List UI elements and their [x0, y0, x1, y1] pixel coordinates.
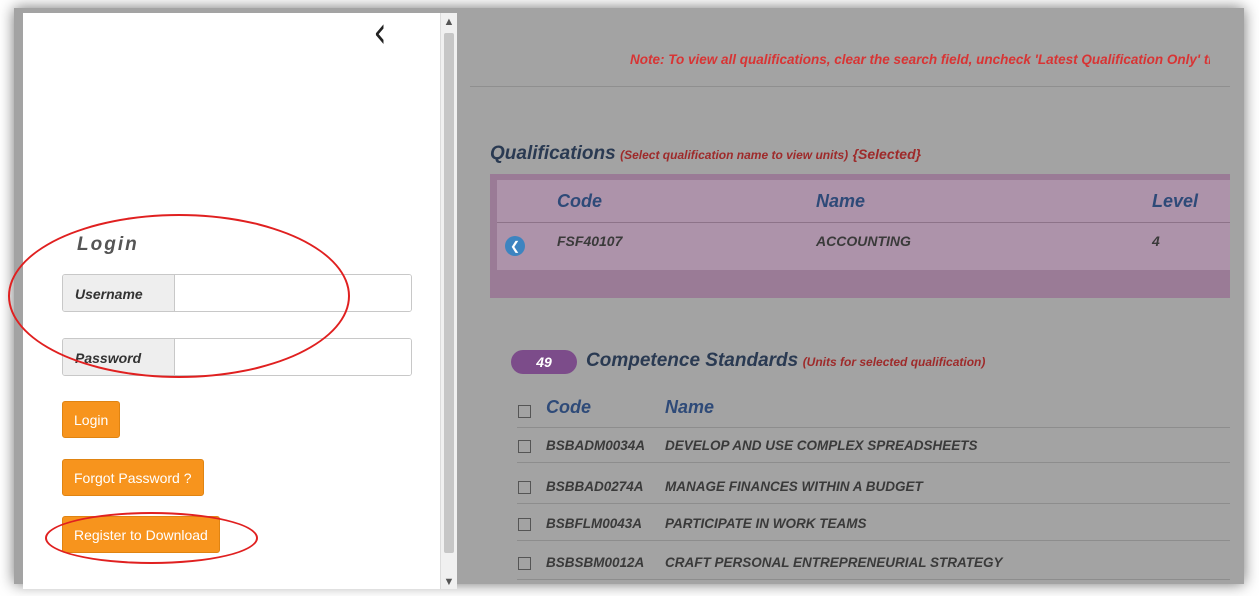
unit-code: BSBADM0034A: [546, 438, 646, 453]
select-all-checkbox[interactable]: [518, 405, 531, 418]
qual-header-level: Level: [1152, 191, 1199, 211]
qual-level-cell: 4: [1152, 233, 1160, 249]
scroll-thumb[interactable]: [444, 33, 454, 553]
competence-heading: Competence Standards (Units for selected…: [586, 350, 985, 372]
table-row[interactable]: BSBADM0034A DEVELOP AND USE COMPLEX SPRE…: [517, 428, 1230, 463]
unit-name: MANAGE FINANCES WITHIN A BUDGET: [665, 479, 923, 494]
units-table-header: Code Name: [517, 393, 1230, 428]
scroll-up-icon[interactable]: ▲: [441, 15, 457, 29]
unit-code: BSBBAD0274A: [546, 479, 644, 494]
username-field: Username: [62, 274, 412, 312]
qual-header-divider: [497, 222, 1230, 223]
competence-title: Competence Standards: [586, 350, 799, 371]
qualifications-hint: (Select qualification name to view units…: [620, 148, 849, 162]
unit-name: PARTICIPATE IN WORK TEAMS: [665, 516, 867, 531]
unit-code: BSBFLM0043A: [546, 516, 643, 531]
username-label: Username: [63, 275, 175, 311]
row-checkbox[interactable]: [518, 481, 531, 494]
unit-name: CRAFT PERSONAL ENTREPRENEURIAL STRATEGY: [665, 555, 1003, 570]
username-input[interactable]: [176, 275, 411, 311]
row-checkbox[interactable]: [518, 440, 531, 453]
competence-hint: (Units for selected qualification): [802, 355, 986, 369]
table-row[interactable]: BSBSBM0012A CRAFT PERSONAL ENTREPRENEURI…: [517, 545, 1230, 580]
qual-name-cell[interactable]: ACCOUNTING: [816, 233, 911, 249]
scroll-down-icon[interactable]: ▼: [441, 575, 457, 589]
qual-header-code: Code: [557, 191, 602, 211]
qual-header-name: Name: [816, 191, 866, 211]
units-header-name[interactable]: Name: [665, 397, 714, 418]
password-input[interactable]: [176, 339, 411, 375]
table-row[interactable]: BSBFLM0043A PARTICIPATE IN WORK TEAMS: [517, 506, 1230, 541]
divider: [470, 86, 1230, 87]
unit-name: DEVELOP AND USE COMPLEX SPREADSHEETS: [665, 438, 978, 453]
password-label: Password: [63, 339, 175, 375]
left-panel-scrollbar[interactable]: ▲ ▼: [440, 13, 457, 589]
chevron-left-icon[interactable]: ‹: [367, 8, 393, 58]
password-field: Password: [62, 338, 412, 376]
forgot-password-button[interactable]: Forgot Password ?: [62, 459, 204, 496]
qualifications-heading: Qualifications (Select qualification nam…: [490, 143, 921, 165]
row-checkbox[interactable]: [518, 518, 531, 531]
units-header-code[interactable]: Code: [546, 397, 591, 418]
login-heading: Login: [77, 234, 139, 255]
table-row[interactable]: BSBBAD0274A MANAGE FINANCES WITHIN A BUD…: [517, 469, 1230, 504]
back-circle-icon[interactable]: ❮: [505, 236, 525, 256]
row-checkbox[interactable]: [518, 557, 531, 570]
qual-code-cell: FSF40107: [557, 233, 623, 249]
login-button[interactable]: Login: [62, 401, 121, 438]
unit-code: BSBSBM0012A: [546, 555, 645, 570]
selected-tag: {Selected}: [852, 146, 922, 162]
register-button[interactable]: Register to Download: [62, 516, 220, 553]
unit-count-badge: 49: [511, 350, 577, 374]
info-note: Note: To view all qualifications, clear …: [630, 52, 1210, 67]
qualifications-title: Qualifications: [490, 143, 616, 164]
